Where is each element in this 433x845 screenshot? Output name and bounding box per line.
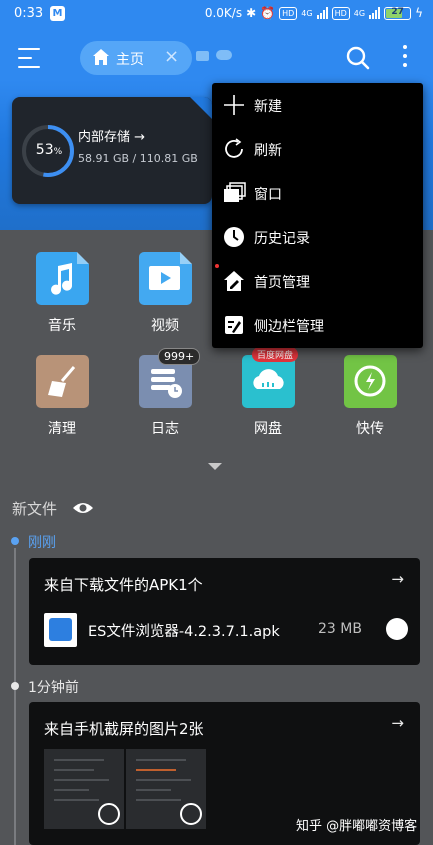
storage-percent-value: 53 bbox=[35, 142, 54, 158]
storage-percent-sign: % bbox=[53, 147, 63, 157]
grid-item-video[interactable]: 视频 bbox=[120, 252, 210, 335]
network-speed: 0.0K/s bbox=[204, 6, 243, 20]
menu-item-history[interactable]: 历史记录 bbox=[212, 215, 423, 259]
grid-label: 网盘 bbox=[254, 421, 282, 437]
close-tab-icon[interactable]: × bbox=[164, 46, 179, 67]
baidu-drive-badge: 百度网盘 bbox=[252, 347, 299, 362]
grid-label: 清理 bbox=[48, 421, 76, 437]
menu-item-label: 新建 bbox=[254, 99, 282, 115]
timeline-dot-active bbox=[11, 537, 19, 545]
image-thumbnail[interactable] bbox=[44, 749, 124, 829]
menu-item-label: 侧边栏管理 bbox=[254, 319, 324, 335]
cloud-icon[interactable] bbox=[216, 50, 232, 60]
status-time: 0:33 bbox=[14, 6, 44, 21]
storage-percent: 53% bbox=[28, 142, 70, 158]
menu-item-label: 历史记录 bbox=[254, 231, 310, 247]
grid-item-clean[interactable]: 清理 bbox=[17, 355, 107, 438]
windows-icon bbox=[224, 182, 246, 202]
menu-item-new[interactable]: 新建 bbox=[212, 83, 423, 127]
home-manage-icon bbox=[224, 271, 244, 291]
timeline-line bbox=[14, 548, 16, 845]
grid-item-transfer[interactable]: 快传 bbox=[325, 355, 415, 438]
notification-icon: M bbox=[50, 6, 65, 21]
card-notch bbox=[190, 97, 212, 119]
tab-home[interactable]: 主页 × bbox=[80, 41, 192, 75]
grid-item-music[interactable]: 音乐 bbox=[17, 252, 107, 335]
expand-chevron-icon[interactable] bbox=[208, 463, 222, 470]
home-icon bbox=[93, 49, 109, 65]
alarm-icon: ⏰ bbox=[260, 6, 276, 20]
overflow-menu: 新建 刷新 窗口 历史记录 首页管理 侧边栏管理 bbox=[212, 83, 423, 348]
status-right: 0.0K/s ✱ ⏰ HD 4G HD 4G 27 ϟ bbox=[205, 6, 423, 20]
internal-storage-card[interactable]: 53% 内部存储 → 58.91 GB / 110.81 GB bbox=[12, 97, 212, 204]
menu-item-windows[interactable]: 窗口 bbox=[212, 171, 423, 215]
arrow-right-icon[interactable]: → bbox=[391, 570, 404, 588]
card-title: 来自手机截屏的图片2张 bbox=[44, 720, 204, 738]
video-icon bbox=[138, 252, 192, 305]
chat-icon[interactable] bbox=[196, 51, 209, 61]
more-options-icon[interactable] bbox=[401, 45, 409, 71]
storage-size: 58.91 GB / 110.81 GB bbox=[78, 152, 198, 165]
battery-icon: 27 bbox=[384, 6, 412, 20]
refresh-icon bbox=[225, 138, 243, 158]
toolbar: 主页 × bbox=[0, 36, 433, 82]
signal-icon-1 bbox=[316, 7, 328, 19]
card-title: 来自下载文件的APK1个 bbox=[44, 576, 203, 594]
volte-badge-2: HD bbox=[331, 6, 350, 20]
timeline-dot bbox=[11, 682, 19, 690]
eye-icon[interactable] bbox=[72, 501, 94, 515]
broom-icon bbox=[35, 355, 89, 408]
new-indicator-dot bbox=[215, 264, 219, 268]
hamburger-menu-icon[interactable] bbox=[18, 48, 42, 68]
menu-item-label: 窗口 bbox=[254, 187, 282, 203]
image-thumbnail[interactable] bbox=[126, 749, 206, 829]
sidebar-manage-icon bbox=[225, 316, 243, 334]
select-circle[interactable] bbox=[180, 803, 202, 825]
plus-icon bbox=[224, 95, 244, 115]
menu-item-home-manage[interactable]: 首页管理 bbox=[212, 259, 423, 303]
apk-file-icon bbox=[44, 613, 77, 647]
battery-level: 27 bbox=[391, 6, 404, 17]
network-type-1: 4G bbox=[301, 8, 313, 18]
status-bar: 0:33 M 0.0K/s ✱ ⏰ HD 4G HD 4G 27 ϟ bbox=[0, 0, 433, 28]
menu-item-sidebar-manage[interactable]: 侧边栏管理 bbox=[212, 303, 423, 347]
select-circle[interactable] bbox=[98, 803, 120, 825]
history-icon bbox=[224, 227, 244, 247]
volte-badge-1: HD bbox=[279, 6, 298, 20]
log-count-badge: 999+ bbox=[158, 348, 201, 365]
recent-card-apk[interactable]: 来自下载文件的APK1个 → ES文件浏览器-4.2.3.7.1.apk 23 … bbox=[29, 558, 420, 665]
file-name: ES文件浏览器-4.2.3.7.1.apk bbox=[88, 624, 280, 640]
grid-label: 视频 bbox=[151, 318, 179, 334]
file-row[interactable]: ES文件浏览器-4.2.3.7.1.apk 23 MB bbox=[44, 613, 408, 647]
menu-item-refresh[interactable]: 刷新 bbox=[212, 127, 423, 171]
timeline-label-just-now: 刚刚 bbox=[28, 535, 56, 551]
recent-files-title: 新文件 bbox=[12, 500, 58, 518]
network-type-2: 4G bbox=[353, 8, 366, 18]
grid-label: 音乐 bbox=[48, 318, 76, 334]
bluetooth-icon: ✱ bbox=[246, 6, 257, 20]
music-icon bbox=[35, 252, 89, 305]
grid-item-cloud-drive[interactable]: 百度网盘 网盘 bbox=[223, 347, 313, 438]
select-radio[interactable] bbox=[386, 618, 408, 640]
menu-item-label: 刷新 bbox=[254, 143, 282, 159]
grid-item-log[interactable]: 999+ 日志 bbox=[120, 348, 210, 438]
tab-home-label: 主页 bbox=[116, 52, 144, 68]
transfer-icon bbox=[343, 355, 397, 408]
charging-icon: ϟ bbox=[415, 6, 423, 20]
timeline-label-1min: 1分钟前 bbox=[28, 680, 79, 696]
search-icon[interactable] bbox=[346, 46, 370, 70]
cloud-drive-icon bbox=[241, 355, 295, 408]
grid-label: 日志 bbox=[151, 421, 179, 437]
menu-item-label: 首页管理 bbox=[254, 275, 310, 291]
watermark: 知乎 @胖嘟嘟资博客 bbox=[296, 819, 418, 834]
arrow-right-icon[interactable]: → bbox=[391, 714, 404, 732]
signal-icon-2 bbox=[369, 7, 381, 19]
storage-title: 内部存储 → bbox=[78, 130, 146, 145]
file-size: 23 MB bbox=[318, 621, 362, 637]
grid-label: 快传 bbox=[356, 421, 384, 437]
